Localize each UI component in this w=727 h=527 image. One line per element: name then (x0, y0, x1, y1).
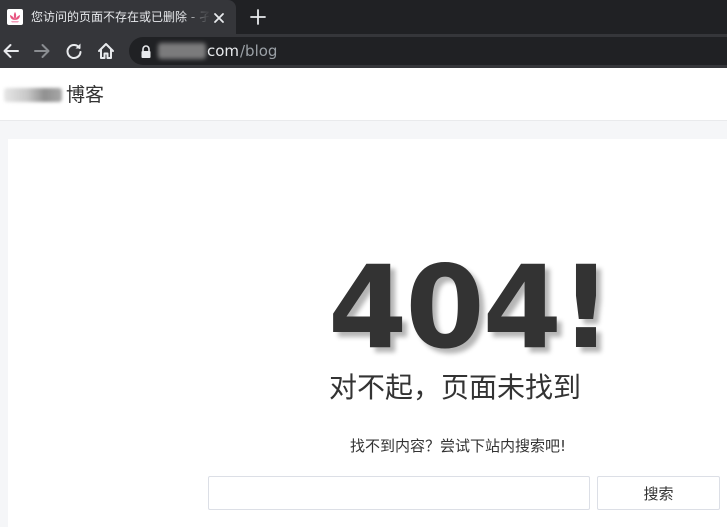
error-title: 对不起，页面未找到 (329, 371, 582, 404)
browser-tab-active[interactable]: 您访问的页面不存在或已删除 - 孑 (0, 0, 236, 34)
tab-title-fade (182, 8, 210, 26)
site-name[interactable]: 博客 (66, 84, 104, 106)
back-arrow-icon[interactable] (1, 41, 21, 61)
browser-toolbar: com /blog (0, 34, 727, 68)
browser-tab-strip: 您访问的页面不存在或已删除 - 孑 (0, 0, 727, 34)
forward-arrow-icon[interactable] (32, 41, 52, 61)
site-logo-redacted[interactable] (4, 88, 62, 102)
reload-icon[interactable] (64, 41, 84, 61)
error-card: 404! 对不起，页面未找到 找不到内容？尝试下站内搜索吧! 搜索 (8, 139, 727, 527)
address-bar[interactable]: com /blog (129, 37, 727, 65)
error-hint: 找不到内容？尝试下站内搜索吧! (350, 437, 567, 455)
url-host: com (207, 42, 240, 60)
close-icon[interactable] (212, 10, 226, 24)
lock-icon[interactable] (140, 44, 152, 58)
search-input[interactable] (208, 476, 590, 510)
error-code: 404! (328, 241, 612, 374)
search-button[interactable]: 搜索 (597, 476, 720, 510)
site-header: 博客 (0, 68, 727, 121)
home-icon[interactable] (96, 41, 116, 61)
url-path: /blog (240, 42, 278, 60)
lotus-favicon-icon (7, 9, 23, 25)
plus-icon[interactable] (249, 8, 267, 26)
url-redacted-domain (158, 43, 206, 59)
